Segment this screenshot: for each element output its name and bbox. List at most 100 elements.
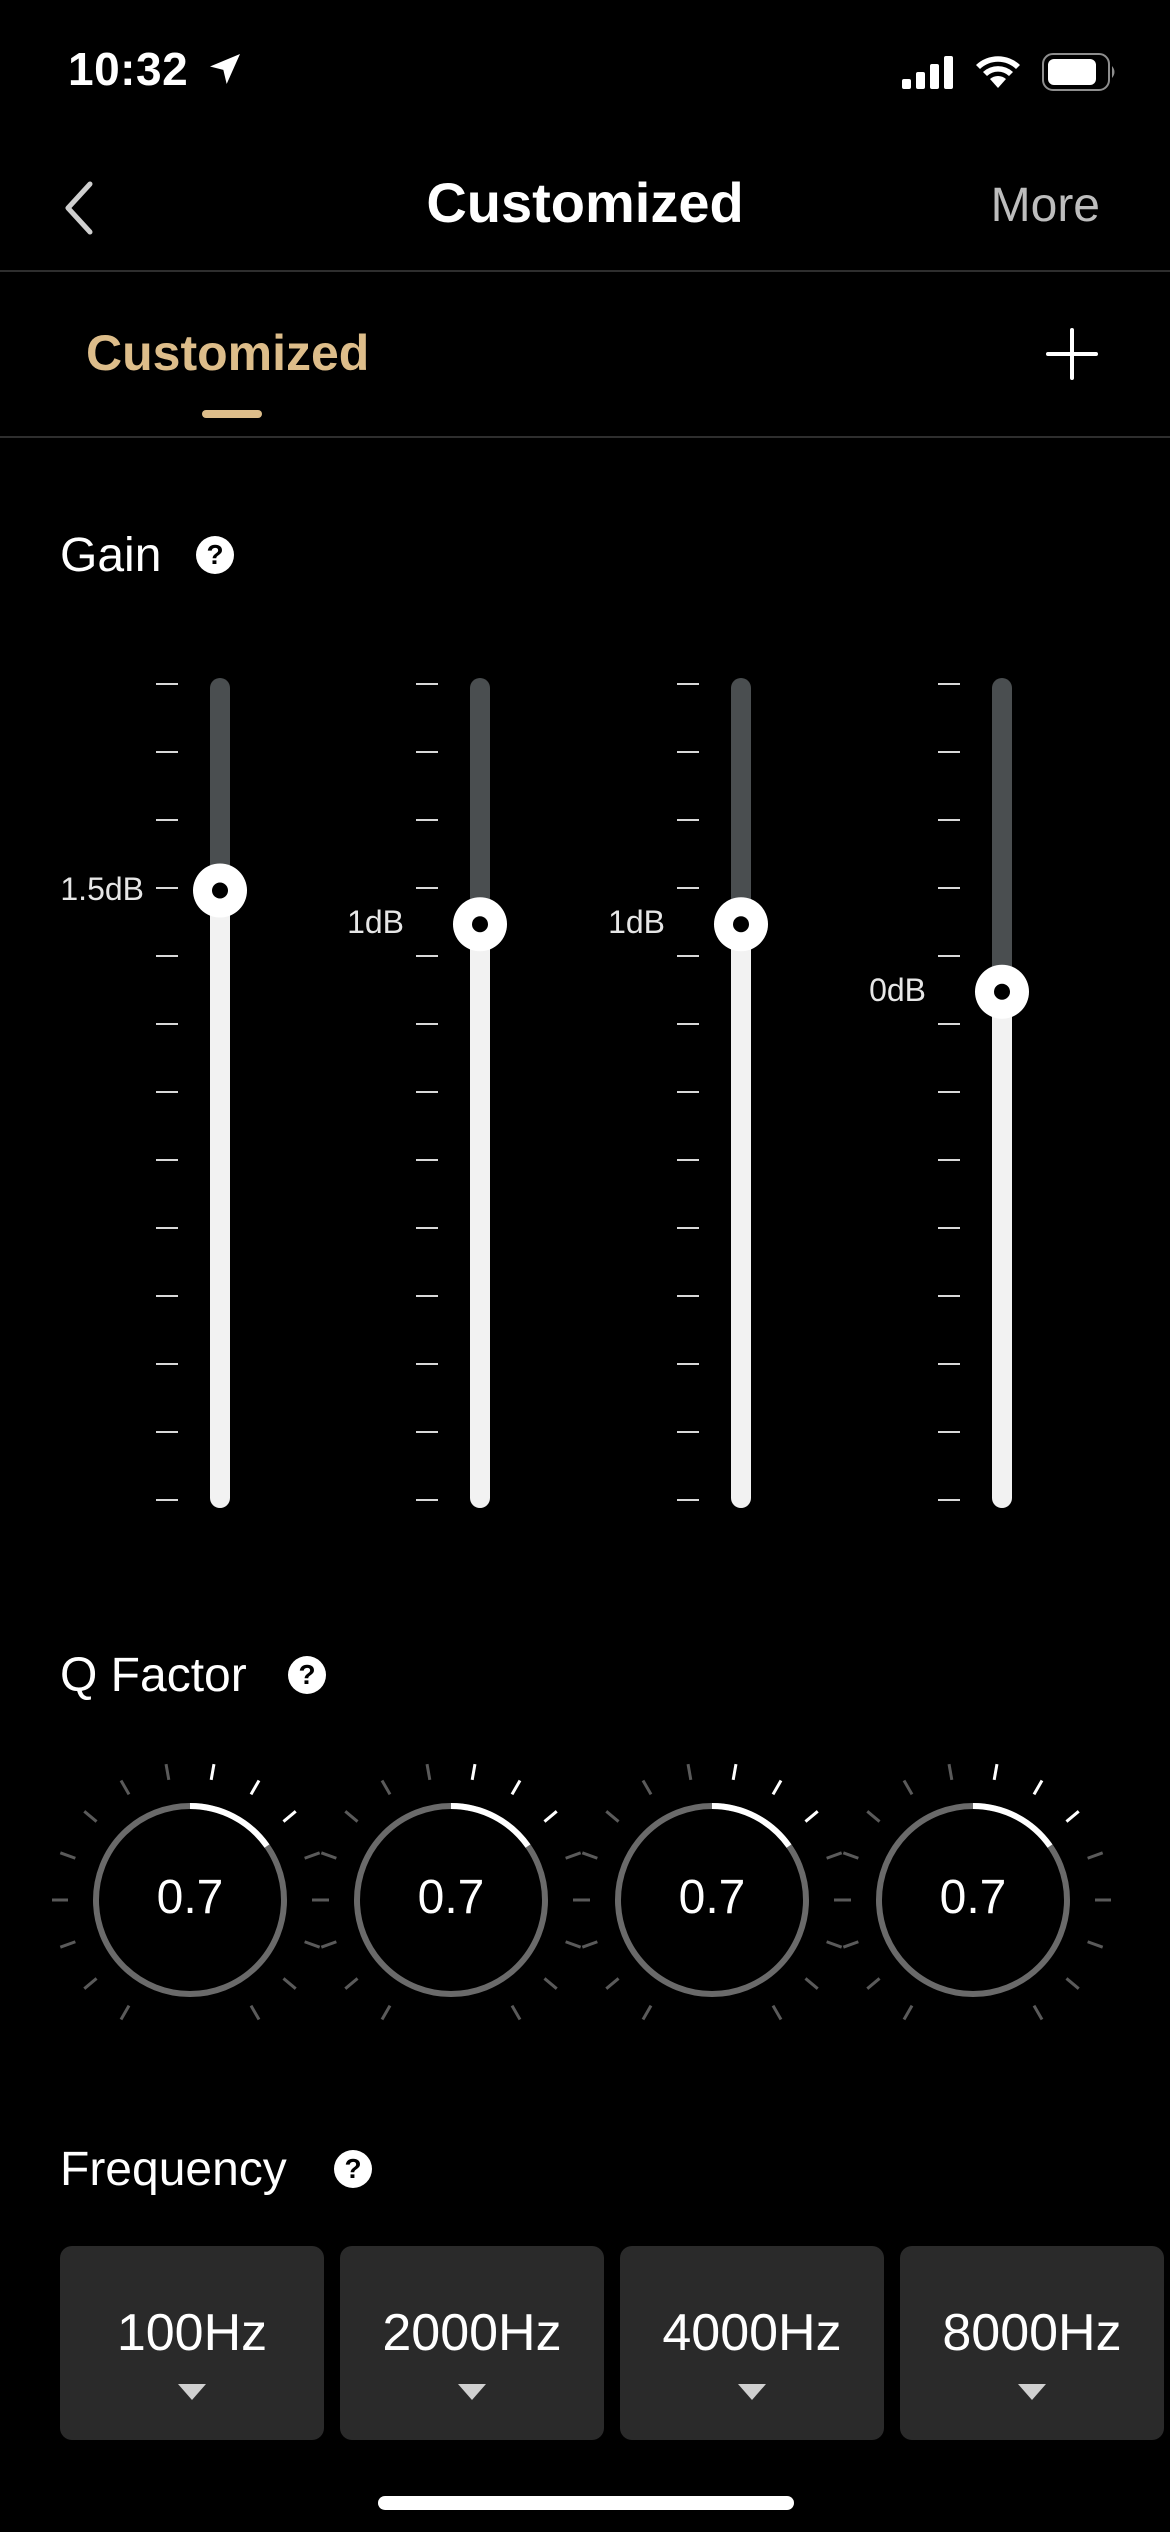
q-factor-value: 0.7 bbox=[156, 1871, 224, 1924]
frequency-select-4[interactable]: 8000Hz bbox=[900, 2246, 1164, 2440]
slider-thumb-dot bbox=[994, 983, 1010, 1000]
frequency-select-1[interactable]: 100Hz bbox=[60, 2246, 324, 2440]
frequency-value: 8000Hz bbox=[942, 2304, 1122, 2362]
knob-tick bbox=[565, 1940, 582, 1949]
gain-help-icon[interactable]: ? bbox=[196, 536, 234, 574]
knob-tick bbox=[1065, 1977, 1080, 1990]
knob-tick bbox=[282, 1977, 297, 1990]
knob-tick bbox=[282, 1810, 297, 1823]
knob-tick bbox=[543, 1977, 558, 1990]
knob-tick bbox=[866, 1977, 881, 1990]
battery-icon bbox=[1042, 53, 1115, 91]
gain-value-label: 1dB bbox=[347, 904, 404, 941]
frequency-value: 4000Hz bbox=[662, 2304, 842, 2362]
home-indicator bbox=[378, 2496, 794, 2510]
knob-tick bbox=[731, 1763, 738, 1781]
gain-value-label: 1dB bbox=[608, 904, 665, 941]
knob-tick bbox=[59, 1940, 76, 1949]
knob-active-arc bbox=[189, 1803, 270, 1848]
knob-tick bbox=[119, 1779, 131, 1796]
knob-tick bbox=[304, 1940, 321, 1949]
location-arrow-icon bbox=[210, 54, 241, 84]
gain-value-label: 0dB bbox=[869, 971, 926, 1008]
gain-sliders bbox=[156, 678, 1029, 1508]
caret-down-icon bbox=[738, 2384, 766, 2400]
frequency-value: 100Hz bbox=[116, 2304, 268, 2362]
knob-tick bbox=[842, 1851, 859, 1860]
q-factor-value: 0.7 bbox=[417, 1871, 485, 1924]
caret-down-icon bbox=[1018, 2384, 1046, 2400]
knob-active-arc bbox=[450, 1803, 531, 1848]
status-time: 10:32 bbox=[68, 42, 245, 96]
knob-tick bbox=[380, 2004, 392, 2021]
knob-tick bbox=[581, 1940, 598, 1949]
add-preset-button[interactable] bbox=[1044, 326, 1100, 382]
knob-tick bbox=[804, 1977, 819, 1990]
knob-tick bbox=[686, 1763, 693, 1781]
knob-tick bbox=[842, 1940, 859, 1949]
knob-tick bbox=[380, 1779, 392, 1796]
knob-tick bbox=[771, 2004, 783, 2021]
knob-tick bbox=[1087, 1851, 1104, 1860]
knob-tick bbox=[1032, 2004, 1044, 2021]
knob-active-arc bbox=[711, 1803, 792, 1848]
knob-tick bbox=[565, 1851, 582, 1860]
knob-tick bbox=[826, 1851, 843, 1860]
frequency-title: Frequency bbox=[60, 2143, 287, 2196]
frequency-selectors: 100Hz 2000Hz 4000Hz 8000Hz bbox=[60, 2246, 1164, 2440]
knob-tick bbox=[425, 1763, 432, 1781]
knob-tick bbox=[249, 2004, 261, 2021]
knob-tick bbox=[510, 2004, 522, 2021]
knob-tick bbox=[320, 1940, 337, 1949]
knob-tick bbox=[902, 1779, 914, 1796]
knob-tick bbox=[320, 1851, 337, 1860]
q-factor-help-icon[interactable]: ? bbox=[288, 1656, 326, 1694]
knob-tick bbox=[119, 2004, 131, 2021]
knob-tick bbox=[304, 1851, 321, 1860]
knob-tick bbox=[947, 1763, 954, 1781]
q-factor-value: 0.7 bbox=[678, 1871, 746, 1924]
slider-thumb-dot bbox=[212, 882, 228, 899]
knob-tick bbox=[826, 1940, 843, 1949]
status-icons bbox=[902, 52, 1118, 92]
knob-tick bbox=[209, 1763, 216, 1781]
knob-tick bbox=[992, 1763, 999, 1781]
knob-tick bbox=[902, 2004, 914, 2021]
more-button[interactable]: More bbox=[991, 178, 1100, 233]
tabs-divider bbox=[0, 436, 1170, 438]
nav-divider bbox=[0, 270, 1170, 272]
tab-active-indicator bbox=[202, 410, 262, 418]
knob-tick bbox=[641, 1779, 653, 1796]
frequency-select-2[interactable]: 2000Hz bbox=[340, 2246, 604, 2440]
knob-tick bbox=[543, 1810, 558, 1823]
knob-tick bbox=[1065, 1810, 1080, 1823]
q-factor-value: 0.7 bbox=[939, 1871, 1007, 1924]
knob-tick bbox=[804, 1810, 819, 1823]
knob-tick bbox=[344, 1977, 359, 1990]
knob-tick bbox=[83, 1810, 98, 1823]
tab-customized[interactable]: Customized bbox=[86, 324, 369, 382]
knob-tick bbox=[470, 1763, 477, 1781]
knob-tick bbox=[605, 1810, 620, 1823]
knob-active-arc bbox=[972, 1803, 1053, 1848]
frequency-select-3[interactable]: 4000Hz bbox=[620, 2246, 884, 2440]
slider-thumb-dot bbox=[472, 916, 488, 933]
knob-tick bbox=[83, 1977, 98, 1990]
frequency-help-icon[interactable]: ? bbox=[334, 2150, 372, 2188]
gain-value-label: 1.5dB bbox=[60, 870, 144, 907]
knob-tick bbox=[641, 2004, 653, 2021]
q-factor-title: Q Factor bbox=[60, 1649, 247, 1702]
frequency-value: 2000Hz bbox=[382, 2304, 562, 2362]
plus-icon bbox=[1046, 328, 1098, 380]
knob-tick bbox=[771, 1779, 783, 1796]
signal-icon bbox=[902, 56, 953, 89]
caret-down-icon bbox=[178, 2384, 206, 2400]
slider-thumb-dot bbox=[733, 916, 749, 933]
knob-tick bbox=[59, 1851, 76, 1860]
knob-tick bbox=[249, 1779, 261, 1796]
knob-tick bbox=[605, 1977, 620, 1990]
knob-tick bbox=[866, 1810, 881, 1823]
knob-tick bbox=[510, 1779, 522, 1796]
wifi-icon bbox=[976, 56, 1020, 88]
knob-tick bbox=[1032, 1779, 1044, 1796]
